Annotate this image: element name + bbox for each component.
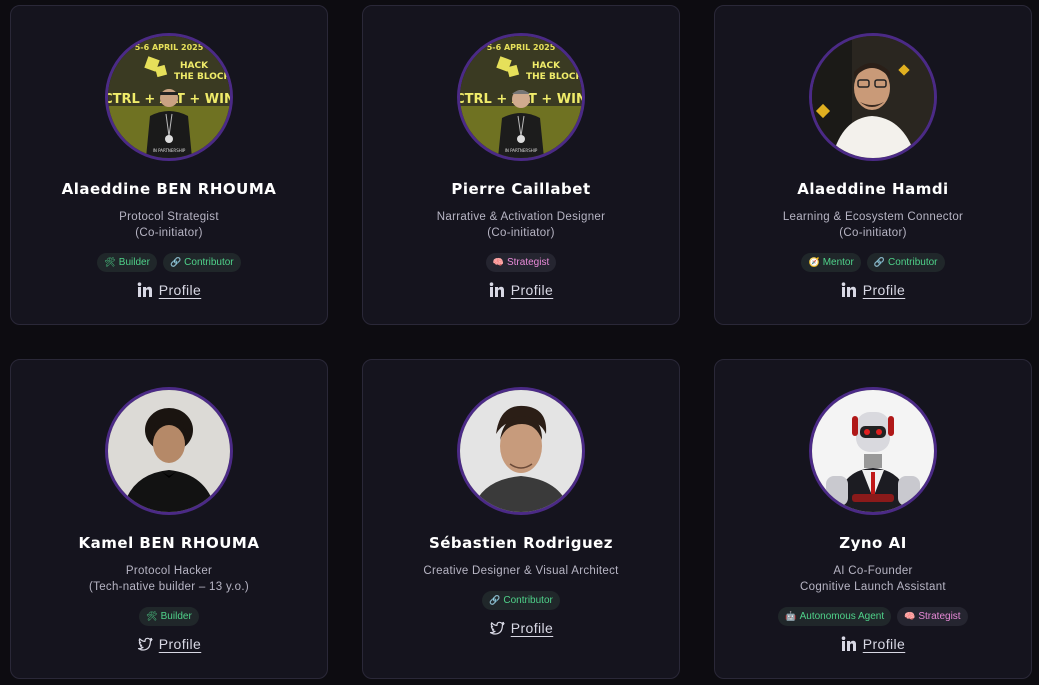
tag-contributor: 🔗 Contributor <box>162 253 241 272</box>
tools-icon: 🛠 <box>146 611 158 621</box>
twitter-icon <box>489 621 505 635</box>
avatar <box>809 387 937 515</box>
tag-strategist: 🧠 Strategist <box>485 253 557 272</box>
avatar: 5-6 APRIL 2025 HACK THE BLOCK CTRL + ALT… <box>457 33 585 161</box>
profile-link-label[interactable]: Profile <box>863 282 905 298</box>
team-card: 5-6 APRIL 2025 HACK THE BLOCK CTRL + ALT… <box>362 5 680 325</box>
twitter-icon <box>137 637 153 651</box>
profile-link[interactable]: Profile <box>363 620 679 636</box>
robot-portrait <box>812 390 934 512</box>
member-role: AI Co-Founder Cognitive Launch Assistant <box>800 565 946 593</box>
tag-list: 🤖 Autonomous Agent 🧠 Strategist <box>715 607 1031 626</box>
profile-link-label[interactable]: Profile <box>159 282 201 298</box>
robot-icon: 🤖 <box>785 611 797 621</box>
tag-contributor: 🔗 Contributor <box>482 591 560 610</box>
svg-text:IN PARTNERSHIP: IN PARTNERSHIP <box>505 148 538 153</box>
linkedin-icon <box>841 282 856 297</box>
tag-builder: 🛠 Builder <box>97 253 157 272</box>
svg-text:THE BLOCK: THE BLOCK <box>174 72 230 82</box>
linkedin-icon <box>137 282 152 297</box>
team-card: Kamel BEN RHOUMA Protocol Hacker (Tech-n… <box>10 359 328 679</box>
linkedin-icon <box>489 282 504 297</box>
tag-contributor: 🔗 Contributor <box>866 253 945 272</box>
profile-link-label[interactable]: Profile <box>159 636 201 652</box>
team-grid: 5-6 APRIL 2025 HACK THE BLOCK CTRL + ALT… <box>0 0 1039 685</box>
profile-link-label[interactable]: Profile <box>511 620 553 636</box>
team-card: 5-6 APRIL 2025 HACK THE BLOCK CTRL + ALT… <box>10 5 328 325</box>
member-role: Creative Designer & Visual Architect <box>423 565 619 577</box>
tag-builder: 🛠 Builder <box>139 607 199 626</box>
svg-text:HACK: HACK <box>532 61 561 71</box>
portrait-photo <box>108 390 230 512</box>
member-role: Narrative & Activation Designer (Co-init… <box>436 211 606 239</box>
tag-list: 🧠 Strategist <box>363 253 679 272</box>
portrait-photo <box>460 390 582 512</box>
linkedin-icon <box>841 636 856 651</box>
member-role: Protocol Hacker (Tech-native builder – 1… <box>89 565 249 593</box>
profile-link[interactable]: Profile <box>11 636 327 652</box>
svg-text:5-6 APRIL 2025: 5-6 APRIL 2025 <box>135 43 204 52</box>
link-icon: 🔗 <box>169 257 182 267</box>
tag-strategist: 🧠 Strategist <box>897 607 968 626</box>
member-name: Alaeddine BEN RHOUMA <box>61 180 277 198</box>
tag-list: 🛠 Builder 🔗 Contributor <box>11 253 327 272</box>
svg-text:THE BLOCK: THE BLOCK <box>526 72 582 82</box>
team-card: Alaeddine Hamdi Learning & Ecosystem Con… <box>714 5 1032 325</box>
member-name: Kamel BEN RHOUMA <box>78 534 260 552</box>
avatar <box>809 33 937 161</box>
profile-link[interactable]: Profile <box>11 282 327 298</box>
tag-list: 🧭 Mentor 🔗 Contributor <box>715 253 1031 272</box>
member-name: Pierre Caillabet <box>451 180 591 198</box>
hackathon-photo: 5-6 APRIL 2025 HACK THE BLOCK CTRL + ALT… <box>460 36 582 158</box>
member-name: Zyno AI <box>839 534 907 552</box>
tools-icon: 🛠 <box>104 257 116 267</box>
team-card: Sébastien Rodriguez Creative Designer & … <box>362 359 680 679</box>
brain-icon: 🧠 <box>492 257 504 267</box>
svg-text:5-6 APRIL 2025: 5-6 APRIL 2025 <box>487 43 556 52</box>
link-icon: 🔗 <box>873 257 886 267</box>
avatar <box>105 387 233 515</box>
member-name: Sébastien Rodriguez <box>428 534 614 552</box>
profile-link[interactable]: Profile <box>363 282 679 298</box>
hackathon-photo: 5-6 APRIL 2025 HACK THE BLOCK CTRL + ALT… <box>108 36 230 158</box>
avatar: 5-6 APRIL 2025 HACK THE BLOCK CTRL + ALT… <box>105 33 233 161</box>
member-role: Learning & Ecosystem Connector (Co-initi… <box>782 211 964 239</box>
profile-link[interactable]: Profile <box>715 282 1031 298</box>
member-role: Protocol Strategist (Co-initiator) <box>119 211 219 239</box>
svg-text:IN PARTNERSHIP: IN PARTNERSHIP <box>153 148 186 153</box>
tag-list: 🔗 Contributor <box>363 591 679 610</box>
avatar <box>457 387 585 515</box>
compass-icon: 🧭 <box>808 257 820 267</box>
member-name: Alaeddine Hamdi <box>797 180 949 198</box>
profile-link[interactable]: Profile <box>715 636 1031 652</box>
tag-autonomous-agent: 🤖 Autonomous Agent <box>778 607 892 626</box>
profile-link-label[interactable]: Profile <box>511 282 553 298</box>
link-icon: 🔗 <box>489 595 501 605</box>
team-card: Zyno AI AI Co-Founder Cognitive Launch A… <box>714 359 1032 679</box>
tag-mentor: 🧭 Mentor <box>801 253 861 272</box>
profile-link-label[interactable]: Profile <box>863 636 905 652</box>
tag-list: 🛠 Builder <box>11 607 327 626</box>
brain-icon: 🧠 <box>904 611 916 621</box>
svg-text:HACK: HACK <box>180 61 209 71</box>
portrait-photo <box>812 36 934 158</box>
